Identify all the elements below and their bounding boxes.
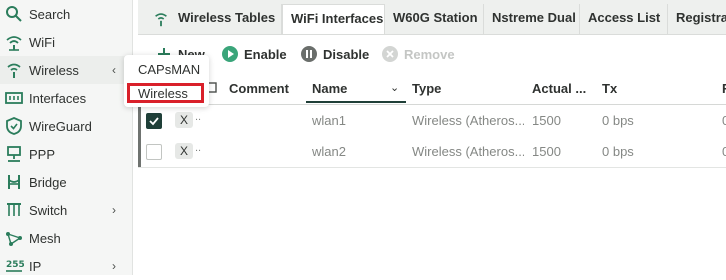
remove-label: Remove <box>404 46 455 62</box>
sidebar: Search WiFi Wireless ‹ Interfaces WireGu… <box>0 0 133 275</box>
comment-cell: .. <box>195 142 202 154</box>
sidebar-item-label: IP <box>29 258 42 274</box>
tab-wifi-interfaces[interactable]: WiFi Interfaces <box>282 4 385 34</box>
chevron-right-icon: › <box>112 259 116 273</box>
tab-label: WiFi Interfaces <box>291 11 384 26</box>
sidebar-item-mesh[interactable]: Mesh <box>0 224 132 252</box>
shield-icon <box>6 117 22 135</box>
comment-cell: .. <box>195 111 202 123</box>
play-icon <box>222 46 238 62</box>
name-cell: wlan2 <box>312 144 346 159</box>
rx-cell: 0 <box>722 144 726 159</box>
sidebar-item-wifi[interactable]: WiFi <box>0 28 132 56</box>
interfaces-icon <box>5 92 23 104</box>
switch-icon <box>7 203 21 216</box>
table-header: Comment Name ⌄ Type Actual ... Tx R <box>138 72 726 105</box>
wireless-icon <box>7 63 21 78</box>
column-header-rx[interactable]: R <box>722 81 726 96</box>
svg-text:255: 255 <box>6 260 24 270</box>
sidebar-item-wireless[interactable]: Wireless ‹ <box>0 56 132 84</box>
mesh-icon <box>6 232 22 246</box>
wireless-icon <box>155 13 167 27</box>
tab-label: Wireless Tables <box>178 10 276 25</box>
search-icon <box>6 6 22 22</box>
table-row[interactable]: X .. wlan1 Wireless (Atheros... 1500 0 b… <box>138 105 726 137</box>
actual-mtu-cell: 1500 <box>532 144 561 159</box>
toolbar: New Enable Disable Remove <box>138 35 726 72</box>
tab-label: Nstreme Dual <box>492 10 576 25</box>
sidebar-item-label: Mesh <box>29 230 61 246</box>
column-header-name[interactable]: Name <box>312 81 347 96</box>
actual-mtu-cell: 1500 <box>532 113 561 128</box>
sidebar-item-label: Switch <box>29 202 68 218</box>
row-checkbox[interactable] <box>146 113 162 129</box>
highlight-box <box>127 83 204 103</box>
ip-icon: 255 <box>6 260 24 272</box>
type-cell: Wireless (Atheros... <box>412 144 524 159</box>
column-header-type[interactable]: Type <box>412 81 441 96</box>
disabled-flag-badge: X <box>175 112 193 128</box>
sidebar-item-label: PPP <box>29 146 56 162</box>
sidebar-item-label: Wireless <box>29 62 79 78</box>
chevron-left-icon: ‹ <box>112 63 116 77</box>
tab-label: Access List <box>588 10 661 25</box>
remove-icon <box>382 46 398 62</box>
sidebar-item-wireguard[interactable]: WireGuard <box>0 112 132 140</box>
sidebar-item-interfaces[interactable]: Interfaces <box>0 84 132 112</box>
sidebar-item-bridge[interactable]: Bridge <box>0 168 132 196</box>
enable-label: Enable <box>244 46 287 62</box>
sidebar-item-switch[interactable]: Switch › <box>0 196 132 224</box>
sidebar-item-label: WireGuard <box>29 118 92 134</box>
submenu-item-capsman[interactable]: CAPsMAN <box>138 62 200 77</box>
sidebar-item-label: Search <box>29 6 71 22</box>
column-header-actual-mtu[interactable]: Actual ... <box>532 81 586 96</box>
disable-label: Disable <box>323 46 370 62</box>
disabled-flag-badge: X <box>175 143 193 159</box>
disable-button[interactable]: Disable <box>301 45 369 63</box>
chevron-right-icon: › <box>112 203 116 217</box>
sidebar-item-label: WiFi <box>29 34 55 50</box>
sidebar-item-search[interactable]: Search <box>0 0 132 28</box>
column-header-tx[interactable]: Tx <box>602 81 617 96</box>
wifi-icon <box>6 36 22 51</box>
type-cell: Wireless (Atheros... <box>412 113 524 128</box>
sidebar-item-ppp[interactable]: PPP <box>0 140 132 168</box>
tab-access-list[interactable]: Access List <box>580 4 668 34</box>
tx-cell: 0 bps <box>602 144 634 159</box>
name-cell: wlan1 <box>312 113 346 128</box>
column-header-comment[interactable]: Comment <box>229 81 289 96</box>
tab-label: Registrati <box>676 10 726 25</box>
tx-cell: 0 bps <box>602 113 634 128</box>
tab-registration[interactable]: Registrati <box>668 4 726 34</box>
enable-button[interactable]: Enable <box>222 45 287 63</box>
row-accent <box>138 105 141 136</box>
pause-icon <box>301 46 317 62</box>
tab-strip: Wireless Tables WiFi Interfaces W60G Sta… <box>138 0 726 35</box>
bridge-icon <box>8 175 20 189</box>
rx-cell: 0 <box>722 113 726 128</box>
sort-indicator <box>306 101 406 103</box>
ppp-icon <box>7 146 21 162</box>
sidebar-item-label: Bridge <box>29 174 67 190</box>
table-row[interactable]: X .. wlan2 Wireless (Atheros... 1500 0 b… <box>138 136 726 168</box>
tab-w60g-station[interactable]: W60G Station <box>385 4 484 34</box>
tab-wireless-tables[interactable]: Wireless Tables <box>138 4 282 34</box>
sidebar-item-ip[interactable]: 255 IP › <box>0 252 132 280</box>
sort-chevron-icon[interactable]: ⌄ <box>390 81 399 94</box>
tab-label: W60G Station <box>393 10 478 25</box>
remove-button[interactable]: Remove <box>382 45 455 63</box>
row-checkbox[interactable] <box>146 144 162 160</box>
tab-nstreme-dual[interactable]: Nstreme Dual <box>484 4 580 34</box>
row-accent <box>138 136 141 167</box>
sidebar-item-label: Interfaces <box>29 90 87 106</box>
